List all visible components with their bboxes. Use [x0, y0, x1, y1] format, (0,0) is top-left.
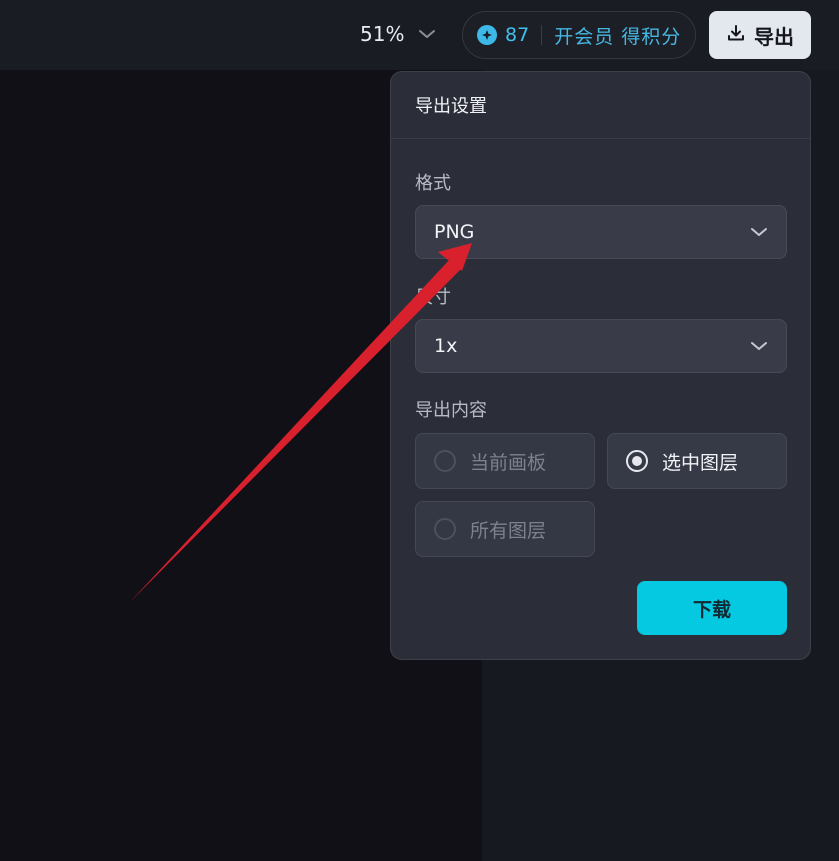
option-label: 选中图层	[662, 451, 739, 474]
size-value: 1x	[434, 335, 458, 357]
size-label: 尺寸	[415, 287, 451, 308]
radio-icon	[434, 518, 456, 540]
top-toolbar: 51% 87 开会员 得积分 导出	[0, 0, 839, 70]
format-select[interactable]: PNG	[415, 205, 787, 259]
export-button[interactable]: 导出	[709, 11, 811, 59]
export-settings-panel: 导出设置 格式 PNG 尺寸 1x 导出内容 当前画板 选中图层 所有图层 下载	[390, 71, 811, 660]
option-label: 所有图层	[470, 519, 547, 542]
size-select[interactable]: 1x	[415, 319, 787, 373]
download-button[interactable]: 下载	[637, 581, 787, 635]
format-value: PNG	[434, 221, 475, 243]
chevron-down-icon	[750, 221, 768, 243]
zoom-control[interactable]: 51%	[360, 22, 436, 46]
export-content-label: 导出内容	[415, 400, 487, 421]
pill-divider	[541, 25, 543, 45]
zoom-level: 51%	[360, 22, 405, 46]
option-current-artboard[interactable]: 当前画板	[415, 433, 595, 489]
chevron-down-icon	[750, 335, 768, 357]
panel-title: 导出设置	[391, 72, 810, 139]
export-button-label: 导出	[754, 24, 794, 49]
format-label: 格式	[415, 173, 451, 194]
option-label: 当前画板	[470, 451, 547, 474]
download-icon	[726, 23, 746, 48]
option-selected-layers[interactable]: 选中图层	[607, 433, 787, 489]
radio-icon	[434, 450, 456, 472]
option-all-layers[interactable]: 所有图层	[415, 501, 595, 557]
points-count: 87	[505, 24, 530, 46]
radio-checked-icon	[626, 450, 648, 472]
chevron-down-icon	[418, 28, 436, 40]
points-pill[interactable]: 87 开会员 得积分	[462, 11, 696, 59]
member-link[interactable]: 开会员 得积分	[554, 22, 681, 49]
star-coin-icon	[477, 25, 497, 45]
